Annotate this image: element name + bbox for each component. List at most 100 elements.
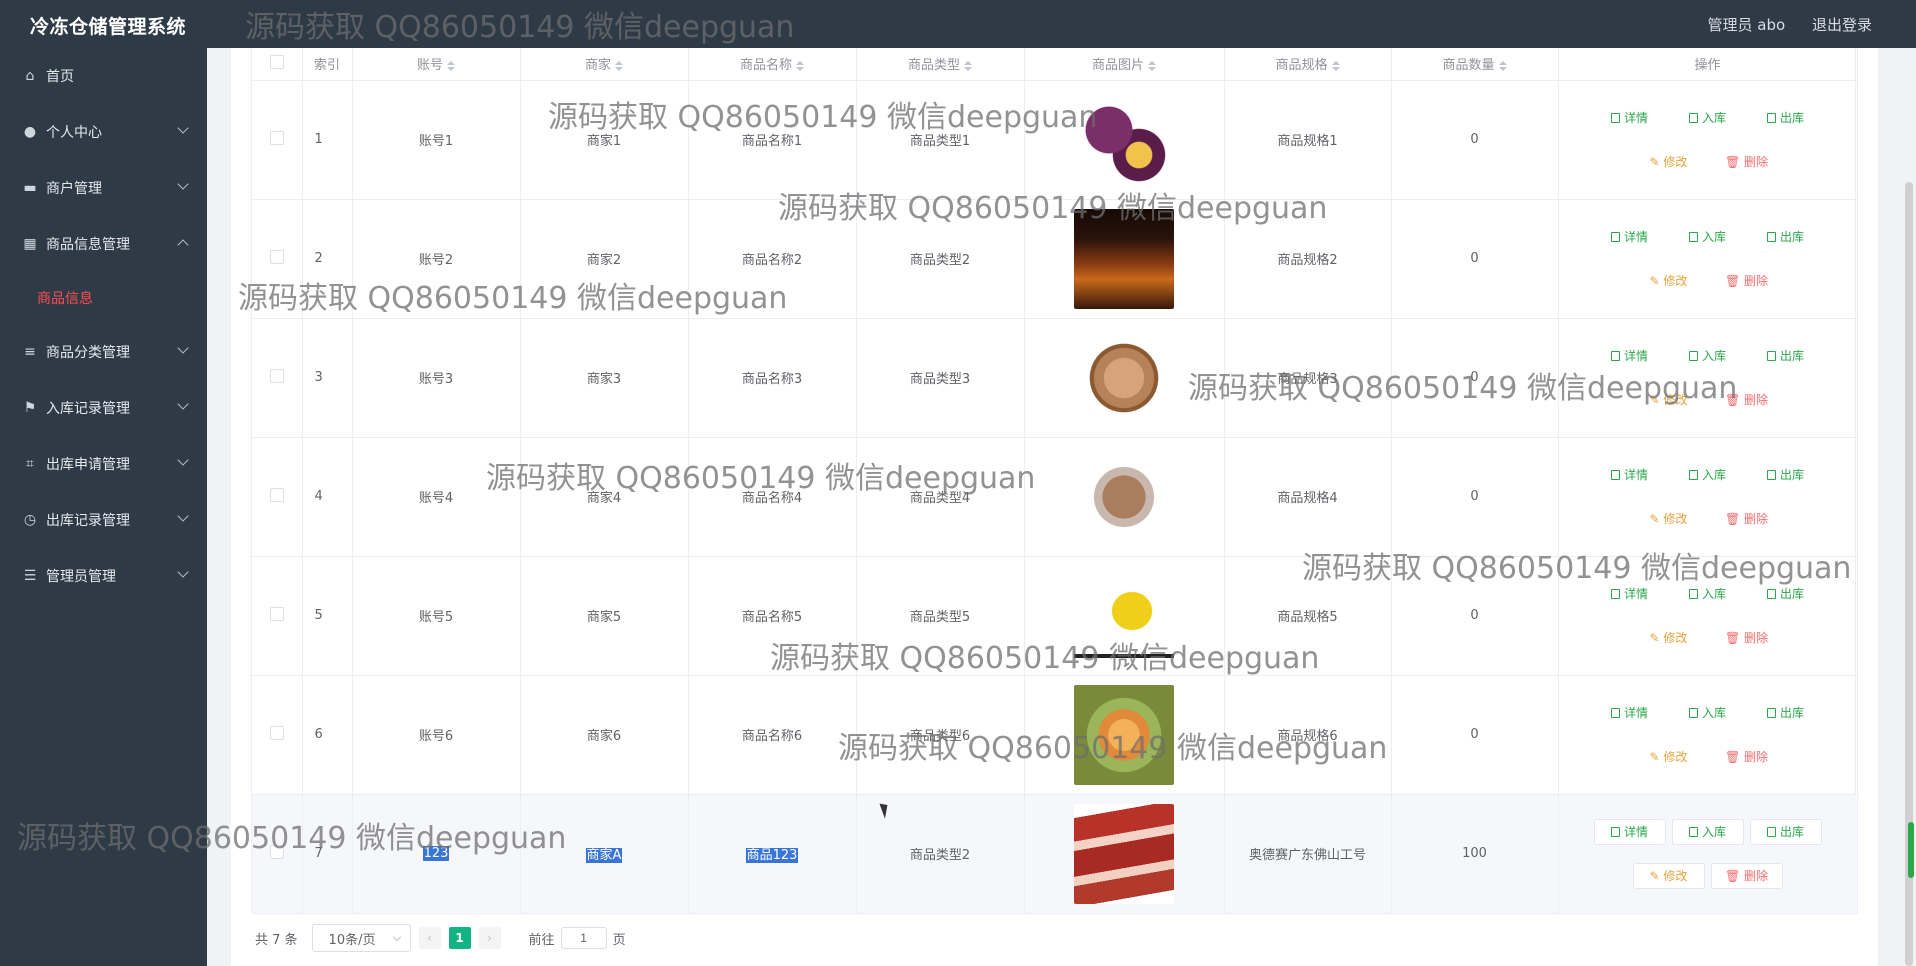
sort-icon[interactable] (1331, 60, 1340, 71)
edit-button[interactable]: ✎ 修改 (1633, 268, 1705, 294)
inbound-button[interactable]: 入库 (1672, 462, 1744, 488)
home-icon: ⌂ (25, 68, 35, 84)
inbound-button[interactable]: 入库 (1672, 224, 1744, 250)
sidebar-item-inbound[interactable]: ⚑ 入库记录管理 (0, 380, 207, 436)
cognac-image[interactable] (1074, 208, 1174, 309)
delete-button[interactable]: 🗑 删除 (1711, 268, 1783, 294)
document-icon (1610, 707, 1620, 718)
detail-button[interactable]: 详情 (1594, 105, 1666, 131)
outbound-button[interactable]: 出库 (1750, 343, 1822, 369)
sidebar-item-outbound-apply[interactable]: ⌗ 出库申请管理 (0, 436, 207, 492)
header-spec[interactable]: 商品规格 (1224, 48, 1392, 81)
logout-link[interactable]: 退出登录 (1812, 16, 1872, 34)
button-label: 出库 (1779, 230, 1804, 244)
outbound-button[interactable]: 出库 (1750, 224, 1822, 250)
row-checkbox[interactable] (269, 606, 284, 621)
header-account[interactable]: 账号 (352, 48, 521, 81)
scrollbar-thumb[interactable] (1908, 822, 1914, 878)
sidebar-item-categories[interactable]: ≡ 商品分类管理 (0, 324, 207, 380)
outbound-button[interactable]: 出库 (1749, 818, 1822, 845)
sort-icon[interactable] (1498, 60, 1507, 71)
cell-merchant: 商家3 (520, 318, 689, 438)
edit-button[interactable]: ✎ 修改 (1633, 387, 1705, 413)
edit-button[interactable]: ✎ 修改 (1633, 744, 1705, 770)
cell-account: 账号4 (352, 437, 521, 557)
document-icon (1688, 469, 1698, 480)
cell-image (1024, 556, 1225, 676)
detail-button[interactable]: 详情 (1594, 343, 1666, 369)
page-size-select[interactable]: 10条/页 (311, 924, 411, 952)
document-icon (1688, 350, 1698, 361)
outbound-button[interactable]: 出库 (1750, 700, 1822, 726)
page-number-button[interactable]: 1 (448, 927, 471, 949)
delete-button[interactable]: 🗑 删除 (1711, 387, 1783, 413)
cell-spec: 商品规格5 (1224, 556, 1392, 676)
sort-icon[interactable] (796, 60, 804, 71)
edit-button[interactable]: ✎ 修改 (1633, 149, 1705, 175)
header-type[interactable]: 商品类型 (856, 48, 1025, 81)
cell-image (1024, 437, 1225, 557)
inbound-button[interactable]: 入库 (1672, 105, 1744, 131)
sidebar-item-profile[interactable]: ● 个人中心 (0, 104, 207, 160)
edit-button[interactable]: ✎ 修改 (1633, 625, 1705, 651)
prev-page-button[interactable]: ‹ (418, 927, 441, 949)
row-checkbox[interactable] (269, 487, 284, 502)
row-checkbox[interactable] (269, 844, 284, 859)
table-row: 1 账号1 商家1 商品名称1 商品类型1 商品规格1 0 详情 入库 出库 ✎… (252, 80, 1858, 200)
inbound-button[interactable]: 入库 (1672, 343, 1744, 369)
pencil-icon: ✎ (1649, 630, 1664, 645)
edit-button[interactable]: ✎ 修改 (1633, 506, 1705, 532)
button-label: 修改 (1663, 155, 1688, 169)
row-checkbox[interactable] (269, 725, 284, 740)
outbound-button[interactable]: 出库 (1750, 462, 1822, 488)
header-qty[interactable]: 商品数量 (1391, 48, 1559, 81)
outbound-button[interactable]: 出库 (1750, 581, 1822, 607)
sidebar-item-label: 商品分类管理 (46, 345, 130, 361)
header-label: 商品图片 (1091, 58, 1144, 74)
cell-type: 商品类型6 (856, 675, 1025, 795)
admin-name[interactable]: 管理员 abo (1708, 16, 1786, 34)
next-page-button[interactable]: › (478, 927, 501, 949)
sidebar-subitem-goods[interactable]: 商品信息 (0, 272, 207, 324)
sidebar-item-home[interactable]: ⌂ 首页 (0, 48, 207, 104)
cell-qty: 0 (1391, 199, 1559, 319)
sort-icon[interactable] (615, 60, 623, 71)
detail-button[interactable]: 详情 (1594, 700, 1666, 726)
header-image[interactable]: 商品图片 (1024, 48, 1225, 81)
row-checkbox[interactable] (269, 249, 284, 264)
sidebar-item-outbound-records[interactable]: ◷ 出库记录管理 (0, 492, 207, 548)
header-merchant[interactable]: 商家 (520, 48, 689, 81)
row-checkbox[interactable] (269, 368, 284, 383)
egg-tray-image[interactable] (1074, 446, 1174, 547)
outbound-button[interactable]: 出库 (1750, 105, 1822, 131)
button-label: 修改 (1663, 274, 1688, 288)
inbound-button[interactable]: 入库 (1671, 818, 1744, 845)
header-name[interactable]: 商品名称 (688, 48, 857, 81)
eggs-basket-image[interactable] (1074, 327, 1174, 428)
sausage-image[interactable] (1074, 803, 1174, 904)
sort-icon[interactable] (1148, 60, 1156, 71)
row-checkbox[interactable] (269, 130, 284, 145)
carved-fruit-image[interactable] (1074, 684, 1174, 785)
delete-button[interactable]: 🗑 删除 (1710, 862, 1783, 889)
delete-button[interactable]: 🗑 删除 (1711, 744, 1783, 770)
inbound-button[interactable]: 入库 (1672, 700, 1744, 726)
edit-button[interactable]: ✎ 修改 (1632, 862, 1705, 889)
detail-button[interactable]: 详情 (1593, 818, 1666, 845)
sidebar-item-merchants[interactable]: ▬ 商户管理 (0, 160, 207, 216)
select-all-checkbox[interactable] (269, 54, 284, 69)
sidebar-item-admins[interactable]: ☰ 管理员管理 (0, 548, 207, 604)
inbound-button[interactable]: 入库 (1672, 581, 1744, 607)
delete-button[interactable]: 🗑 删除 (1711, 506, 1783, 532)
sidebar-item-goods-info[interactable]: ▦ 商品信息管理 (0, 216, 207, 272)
detail-button[interactable]: 详情 (1594, 462, 1666, 488)
sort-icon[interactable] (447, 60, 455, 71)
detail-button[interactable]: 详情 (1594, 224, 1666, 250)
sort-icon[interactable] (964, 60, 972, 71)
delete-button[interactable]: 🗑 删除 (1711, 625, 1783, 651)
detail-button[interactable]: 详情 (1594, 581, 1666, 607)
pear-image[interactable] (1074, 565, 1174, 666)
goto-page-input[interactable] (560, 927, 607, 949)
delete-button[interactable]: 🗑 删除 (1711, 149, 1783, 175)
plum-image[interactable] (1074, 89, 1174, 190)
